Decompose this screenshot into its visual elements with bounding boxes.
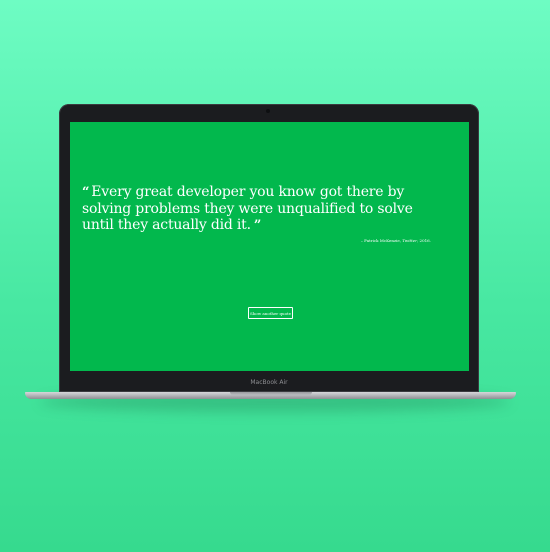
device-model-label: MacBook Air [250,379,288,386]
attribution-author: – Patrick McKenzie, [360,238,403,243]
new-quote-button[interactable]: Show another quote [248,307,293,319]
open-quote-icon: “ [82,185,90,200]
laptop-screen-bezel: “Every great developer you know got ther… [59,104,479,392]
quote-text-container: “Every great developer you know got ther… [82,184,447,234]
camera-icon [266,109,270,113]
quote-block: “Every great developer you know got ther… [82,184,447,234]
laptop-base [25,392,516,399]
laptop-base-notch [230,392,312,395]
attribution-source: Twitter [402,238,417,243]
quote-text: Every great developer you know got there… [82,184,413,233]
quote-attribution: – Patrick McKenzie, Twitter, 2016. [361,238,431,243]
attribution-year: , 2016. [417,238,431,243]
close-quote-icon: ” [253,218,262,233]
quote-page: “Every great developer you know got ther… [70,122,469,371]
